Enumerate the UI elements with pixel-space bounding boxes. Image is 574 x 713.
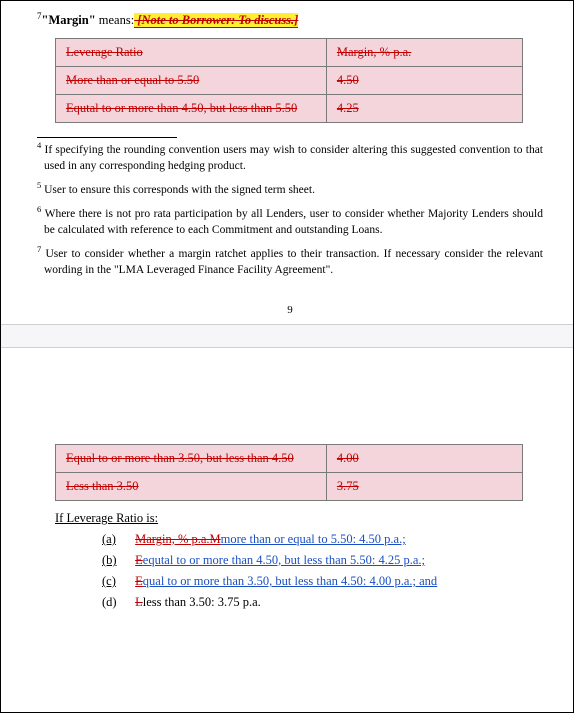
clause-marker: (c) <box>102 574 132 589</box>
deleted-text: L <box>135 595 143 609</box>
page-2: Equal to or more than 3.50, but less tha… <box>1 352 573 610</box>
inserted-text: less than 3.50: 3.75 p.a. <box>143 595 261 609</box>
cell: Less than 3.50 <box>56 473 327 501</box>
cell: 4.00 <box>326 445 522 473</box>
footnote-7: 7 User to consider whether a margin ratc… <box>44 244 543 278</box>
page-1: 7"Margin" means: [Note to Borrower: To d… <box>1 1 573 316</box>
clause-d: (d) Lless than 3.50: 3.75 p.a. <box>102 595 543 610</box>
deleted-text: E <box>135 574 143 588</box>
cell: Equal to or more than 3.50, but less tha… <box>56 445 327 473</box>
table-row: Leverage Ratio Margin, % p.a. <box>56 39 523 67</box>
table-row: Less than 3.50 3.75 <box>56 473 523 501</box>
clause-marker: (a) <box>102 532 132 547</box>
table-row: Equal to or more than 3.50, but less tha… <box>56 445 523 473</box>
cell: 4.25 <box>326 95 522 123</box>
cell: Margin, % p.a. <box>326 39 522 67</box>
deleted-text: E <box>135 553 143 567</box>
deleted-text: Margin, % p.a.M <box>135 532 221 546</box>
page-top-margin <box>37 362 543 438</box>
clause-a: (a) Margin, % p.a.Mmore than or equal to… <box>102 532 543 547</box>
definition-line: 7"Margin" means: [Note to Borrower: To d… <box>43 11 543 28</box>
cell: 4.50 <box>326 67 522 95</box>
cell: More than or equal to 5.50 <box>56 67 327 95</box>
inserted-text: equtal to or more than 4.50, but less th… <box>143 553 425 567</box>
means-text: means: <box>96 13 135 27</box>
footnote-separator <box>37 137 177 138</box>
page-break <box>1 324 573 348</box>
note-to-borrower: [Note to Borrower: To discuss.] <box>134 13 298 28</box>
cell: 3.75 <box>326 473 522 501</box>
clause-c: (c) Equal to or more than 3.50, but less… <box>102 574 543 589</box>
clause-b: (b) Eequtal to or more than 4.50, but le… <box>102 553 543 568</box>
footnote-6: 6 Where there is not pro rata participat… <box>44 204 543 238</box>
margin-ratchet-table-2: Equal to or more than 3.50, but less tha… <box>55 444 523 501</box>
cell: Leverage Ratio <box>56 39 327 67</box>
footnote-4: 4 If specifying the rounding convention … <box>44 140 543 174</box>
table-row: Equtal to or more than 4.50, but less th… <box>56 95 523 123</box>
clause-marker: (d) <box>102 595 132 610</box>
table-row: More than or equal to 5.50 4.50 <box>56 67 523 95</box>
footnote-5: 5 User to ensure this corresponds with t… <box>44 180 543 198</box>
clause-marker: (b) <box>102 553 132 568</box>
page-number: 9 <box>37 304 543 316</box>
margin-ratchet-table-1: Leverage Ratio Margin, % p.a. More than … <box>55 38 523 123</box>
inserted-text: qual to or more than 3.50, but less than… <box>143 574 437 588</box>
term-margin: "Margin" <box>42 13 96 27</box>
cell: Equtal to or more than 4.50, but less th… <box>56 95 327 123</box>
leverage-ratio-intro: If Leverage Ratio is: <box>55 511 543 526</box>
inserted-text: more than or equal to 5.50: 4.50 p.a.; <box>221 532 406 546</box>
clause-list: (a) Margin, % p.a.Mmore than or equal to… <box>102 532 543 610</box>
